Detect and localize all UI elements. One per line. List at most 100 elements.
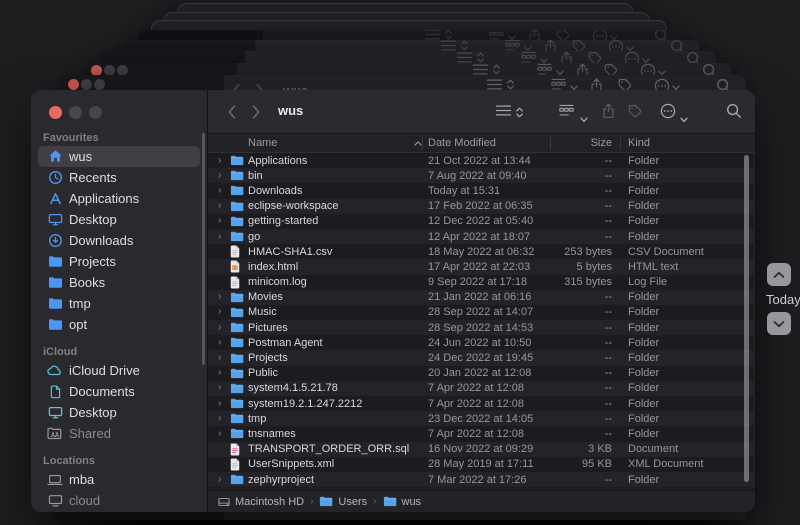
sidebar-item-projects[interactable]: Projects — [38, 251, 200, 272]
sidebar-item-applications[interactable]: Applications — [38, 188, 200, 209]
sidebar-item-documents[interactable]: Documents — [38, 381, 200, 402]
search-icon[interactable] — [726, 103, 742, 124]
sidebar-item-icloud-drive[interactable]: iCloud Drive — [38, 360, 200, 381]
disclosure-chevron-icon[interactable]: › — [216, 171, 230, 181]
file-row-go[interactable]: ›go12 Apr 2022 at 18:07--Folder — [208, 229, 755, 244]
disclosure-chevron-icon[interactable]: › — [216, 429, 230, 439]
file-row-system19-2-1-247-2212[interactable]: ›system19.2.1.247.22127 Apr 2022 at 12:0… — [208, 396, 755, 411]
file-kind: Folder — [628, 322, 755, 334]
disclosure-chevron-icon[interactable]: › — [216, 338, 230, 348]
forward-button[interactable] — [252, 105, 260, 124]
file-size: -- — [548, 185, 612, 197]
disclosure-chevron-icon[interactable]: › — [216, 323, 230, 333]
column-size[interactable]: Size — [548, 137, 612, 149]
list-scrollbar[interactable] — [744, 155, 749, 482]
file-row-music[interactable]: ›Music28 Sep 2022 at 14:07--Folder — [208, 305, 755, 320]
file-name: Movies — [248, 291, 428, 303]
file-row-bin[interactable]: ›bin7 Aug 2022 at 09:40--Folder — [208, 168, 755, 183]
group-chevron-icon[interactable] — [580, 110, 588, 128]
disclosure-chevron-icon[interactable]: › — [216, 186, 230, 196]
file-row-index-html[interactable]: index.html17 Apr 2022 at 22:035 bytesHTM… — [208, 259, 755, 274]
file-row-projects[interactable]: ›Projects24 Dec 2022 at 19:45--Folder — [208, 350, 755, 365]
disclosure-chevron-icon[interactable]: › — [216, 307, 230, 317]
file-size: -- — [548, 291, 612, 303]
disclosure-chevron-icon[interactable]: › — [216, 368, 230, 378]
disclosure-chevron-icon[interactable]: › — [216, 201, 230, 211]
more-actions-icon[interactable] — [660, 103, 676, 124]
column-divider[interactable] — [422, 137, 423, 150]
sidebar-item-books[interactable]: Books — [38, 272, 200, 293]
column-divider[interactable] — [620, 137, 621, 150]
sidebar-item-opt[interactable]: opt — [38, 314, 200, 335]
sidebar-item-recents[interactable]: Recents — [38, 167, 200, 188]
file-row-hmac-sha1-csv[interactable]: HMAC-SHA1.csv18 May 2022 at 06:32253 byt… — [208, 244, 755, 259]
column-date-modified[interactable]: Date Modified — [428, 137, 548, 149]
more-chevron-icon[interactable] — [680, 110, 688, 128]
sidebar-item-downloads[interactable]: Downloads — [38, 230, 200, 251]
column-kind[interactable]: Kind — [628, 137, 755, 149]
file-name: getting-started — [248, 215, 428, 227]
view-updown-icon[interactable] — [515, 106, 524, 124]
file-row-getting-started[interactable]: ›getting-started12 Dec 2022 at 05:40--Fo… — [208, 214, 755, 229]
sidebar-item-desktop[interactable]: Desktop — [38, 209, 200, 230]
file-size: -- — [548, 231, 612, 243]
list-view-icon[interactable] — [495, 104, 512, 122]
folder-icon — [230, 307, 248, 318]
file-row-movies[interactable]: ›Movies21 Jan 2022 at 06:16--Folder — [208, 290, 755, 305]
folder-icon — [230, 368, 248, 379]
share-icon[interactable] — [602, 103, 615, 124]
column-divider[interactable] — [550, 137, 551, 150]
file-date-modified: 17 Feb 2022 at 06:35 — [428, 200, 548, 212]
disclosure-chevron-icon[interactable]: › — [216, 156, 230, 166]
desktop: wus FavouriteswusRecentsApplicationsDesk… — [0, 0, 800, 525]
sidebar-item-shared[interactable]: Shared — [38, 423, 200, 444]
disclosure-chevron-icon[interactable]: › — [216, 475, 230, 485]
sidebar-item-tmp[interactable]: tmp — [38, 293, 200, 314]
disclosure-chevron-icon[interactable]: › — [216, 353, 230, 363]
tag-icon[interactable] — [628, 104, 642, 123]
sidebar-item-cloud[interactable]: cloud — [38, 490, 200, 511]
file-row-applications[interactable]: ›Applications21 Oct 2022 at 13:44--Folde… — [208, 153, 755, 168]
file-name: bin — [248, 170, 428, 182]
disclosure-chevron-icon[interactable]: › — [216, 383, 230, 393]
close-button[interactable] — [49, 106, 62, 119]
disclosure-chevron-icon[interactable]: › — [216, 292, 230, 302]
disclosure-chevron-icon[interactable]: › — [216, 216, 230, 226]
drive-icon — [218, 497, 230, 507]
path-item-macintosh-hd[interactable]: Macintosh HD — [218, 496, 304, 508]
disclosure-chevron-icon[interactable]: › — [216, 232, 230, 242]
group-by-icon[interactable] — [558, 104, 575, 122]
file-row-minicom-log[interactable]: minicom.log9 Sep 2022 at 17:18315 bytesL… — [208, 275, 755, 290]
file-row-usersnippets-xml[interactable]: UserSnippets.xml28 May 2019 at 17:1195 K… — [208, 457, 755, 472]
file-date-modified: Today at 15:31 — [428, 185, 548, 197]
folder-icon — [230, 216, 248, 227]
file-row-zephyrproject[interactable]: ›zephyrproject7 Mar 2022 at 17:26--Folde… — [208, 472, 755, 487]
disclosure-chevron-icon[interactable]: › — [216, 399, 230, 409]
sidebar-item-desktop[interactable]: Desktop — [38, 402, 200, 423]
sidebar-item-mba[interactable]: mba — [38, 469, 200, 490]
file-row-eclipse-workspace[interactable]: ›eclipse-workspace17 Feb 2022 at 06:35--… — [208, 199, 755, 214]
path-item-wus[interactable]: wus — [383, 496, 422, 508]
path-item-users[interactable]: Users — [319, 496, 367, 508]
file-row-transport-order-orr-sql[interactable]: TRANSPORT_ORDER_ORR.sql16 Nov 2022 at 09… — [208, 442, 755, 457]
file-row-tmp[interactable]: ›tmp23 Dec 2022 at 14:05--Folder — [208, 411, 755, 426]
sidebar-scrollbar[interactable] — [202, 133, 205, 365]
chevron-down-icon — [773, 316, 785, 331]
disclosure-chevron-icon[interactable]: › — [216, 414, 230, 424]
column-name[interactable]: Name — [248, 137, 428, 149]
zoom-button[interactable] — [89, 106, 102, 119]
sidebar-item-wus[interactable]: wus — [38, 146, 200, 167]
file-row-postman-agent[interactable]: ›Postman Agent24 Jun 2022 at 10:50--Fold… — [208, 335, 755, 350]
scroll-down-button[interactable] — [767, 312, 791, 335]
file-row-system4-1-5-21-78[interactable]: ›system4.1.5.21.787 Apr 2022 at 12:08--F… — [208, 381, 755, 396]
minimize-button[interactable] — [69, 106, 82, 119]
file-kind: Folder — [628, 382, 755, 394]
file-row-tnsnames[interactable]: ›tnsnames7 Apr 2022 at 12:08--Folder — [208, 426, 755, 441]
sidebar-item-label: Desktop — [67, 212, 117, 227]
file-row-downloads[interactable]: ›DownloadsToday at 15:31--Folder — [208, 183, 755, 198]
back-button[interactable] — [228, 105, 236, 124]
file-row-public[interactable]: ›Public20 Jan 2022 at 12:08--Folder — [208, 366, 755, 381]
file-row-pictures[interactable]: ›Pictures28 Sep 2022 at 14:53--Folder — [208, 320, 755, 335]
scroll-up-button[interactable] — [767, 263, 791, 286]
folder-icon — [230, 231, 248, 242]
